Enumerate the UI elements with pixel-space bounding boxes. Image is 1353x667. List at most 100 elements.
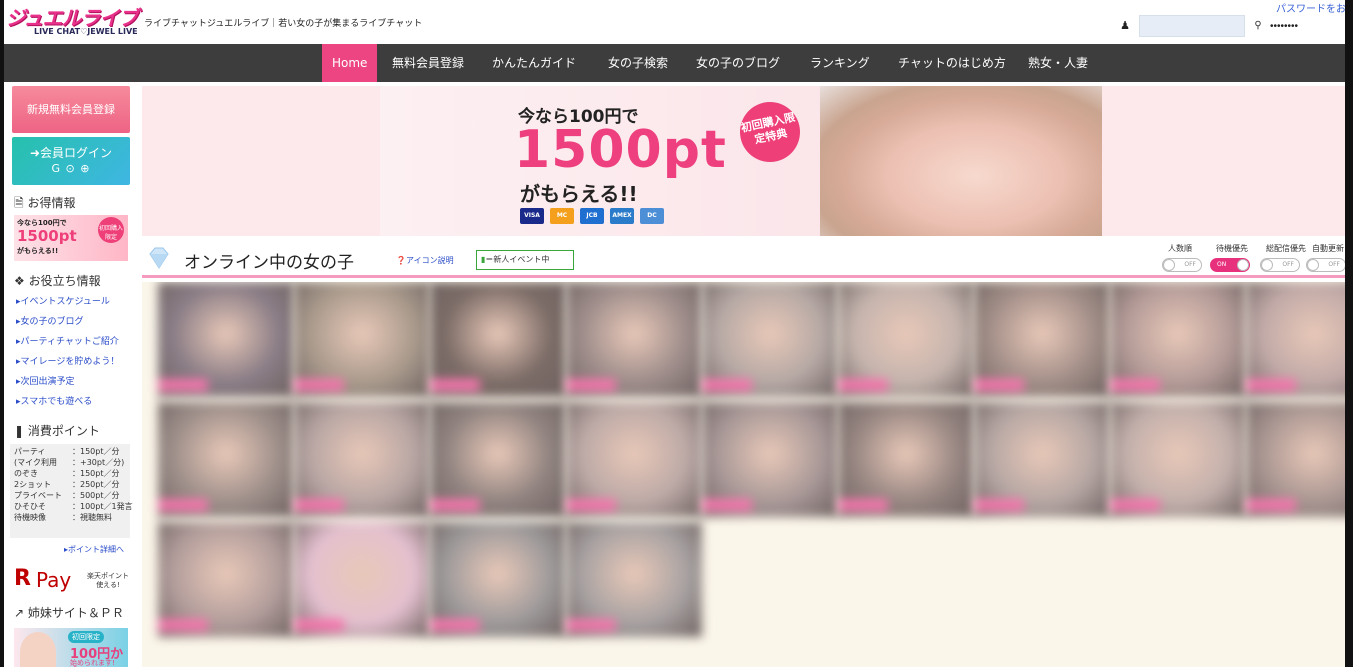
icon-help-link[interactable]: ❓アイコン説明 — [396, 255, 454, 266]
toggle-knob — [1237, 259, 1249, 271]
login-password-input[interactable] — [1266, 15, 1345, 37]
points-key: のぞき — [14, 469, 38, 478]
points-detail-link[interactable]: ▸ポイント詳細へ — [64, 544, 124, 555]
performer-thumbnail[interactable] — [702, 402, 838, 517]
icon-help-text: アイコン説明 — [405, 256, 454, 265]
performer-thumbnail[interactable] — [294, 402, 430, 517]
toggle-switch-1[interactable]: ON — [1210, 258, 1250, 272]
bonus-banner[interactable]: 今なら100円で 1500pt がもらえる!! 初回購入限定 — [14, 215, 128, 261]
page: ジュエルライブ LIVE CHAT♡JEWEL LIVE ライブチャットジュエル… — [4, 0, 1345, 667]
points-row: のぞき ：150pt／分 — [14, 468, 126, 479]
nav-item-3[interactable]: 女の子検索 — [598, 44, 678, 82]
sidebar-link-0[interactable]: ▸イベントスケジュール — [16, 294, 110, 307]
performer-thumbnail[interactable] — [1246, 282, 1345, 397]
site-logo[interactable]: ジュエルライブ LIVE CHAT♡JEWEL LIVE — [6, 2, 139, 42]
performer-thumbnail[interactable] — [838, 282, 974, 397]
forgot-password-link[interactable]: パスワードをお — [1276, 0, 1345, 15]
points-value: ：150pt／分 — [72, 469, 120, 478]
nav-item-1[interactable]: 無料会員登録 — [382, 44, 474, 82]
grid-inner — [158, 282, 1345, 662]
sidebar-link-1[interactable]: ▸女の子のブログ — [16, 314, 84, 327]
performer-name-tag — [294, 619, 344, 631]
nav-item-2[interactable]: かんたんガイド — [482, 44, 586, 82]
toggle-label-1: 待機優先 — [1216, 244, 1248, 253]
sidebar-link-3[interactable]: ▸マイレージを貯めよう！ — [16, 354, 119, 367]
bonus-line2: 1500pt — [17, 227, 77, 245]
sister-sub: 始められます! — [70, 659, 115, 667]
performer-thumbnail[interactable] — [1110, 402, 1246, 517]
rakuten-pay-banner[interactable]: R Pay 楽天ポイント使える! — [14, 566, 130, 598]
performer-thumbnail[interactable] — [1110, 282, 1246, 397]
hero-line3: がもらえる!! — [520, 182, 638, 206]
nav-item-4[interactable]: 女の子のブログ — [686, 44, 790, 82]
performer-name-tag — [838, 379, 888, 391]
performer-thumbnail[interactable] — [158, 282, 294, 397]
points-value: ：視聴無料 — [72, 513, 112, 522]
performer-thumbnail[interactable] — [294, 282, 430, 397]
sidebar: 新規無料会員登録 ➜会員ログイン G ⊙ ⊕ 🗎 お得情報 今なら100円で 1… — [4, 82, 138, 667]
hero-banner[interactable]: 今なら100円で 1500pt がもらえる!! VISA MC JCB AMEX DC … — [142, 86, 1345, 236]
rpay-logo: R — [14, 566, 31, 591]
points-icon: ❚ — [14, 424, 25, 438]
hero-badge: 初回購入限定特典 — [734, 96, 806, 168]
performer-name-tag — [158, 499, 208, 511]
performer-thumbnail[interactable] — [430, 402, 566, 517]
logo-subtext: LIVE CHAT♡JEWEL LIVE — [34, 27, 138, 36]
hero-model-image — [820, 86, 1102, 236]
sidebar-link-2[interactable]: ▸パーティチャットご紹介 — [16, 334, 119, 347]
toggle-label-0: 人数順 — [1168, 244, 1192, 253]
toggle-switch-0[interactable]: OFF — [1162, 258, 1202, 272]
performer-thumbnail[interactable] — [702, 282, 838, 397]
performer-name-tag — [838, 499, 888, 511]
register-button[interactable]: 新規無料会員登録 — [12, 86, 130, 133]
card-logo-dc: DC — [640, 208, 664, 224]
performer-thumbnail[interactable] — [566, 402, 702, 517]
login-label: ➜会員ログイン — [12, 144, 130, 161]
performer-name-tag — [294, 379, 344, 391]
payment-cards: VISA MC JCB AMEX DC — [520, 208, 670, 226]
performer-name-tag — [702, 379, 752, 391]
performer-thumbnail[interactable] — [838, 402, 974, 517]
nav-item-0[interactable]: Home — [322, 44, 378, 82]
performer-name-tag — [1246, 379, 1296, 391]
toggle-switch-3[interactable]: OFF — [1306, 258, 1345, 272]
nav-item-6[interactable]: チャットのはじめ方 — [888, 44, 1016, 82]
toggle-knob — [1163, 259, 1175, 271]
performer-thumbnail[interactable] — [566, 282, 702, 397]
performer-thumbnail[interactable] — [974, 402, 1110, 517]
header: ジュエルライブ LIVE CHAT♡JEWEL LIVE ライブチャットジュエル… — [4, 0, 1345, 44]
sns-login-icons: G ⊙ ⊕ — [51, 162, 91, 175]
user-icon: ♟ — [1120, 19, 1130, 32]
bonus-line3: がもらえる!! — [17, 247, 59, 255]
performer-thumbnail[interactable] — [974, 282, 1110, 397]
info-icon: ❖ — [14, 274, 25, 288]
diamond-icon — [149, 247, 169, 269]
sister-site-banner[interactable]: 初回限定 100円から 始められます! — [14, 628, 128, 667]
performer-thumbnail[interactable] — [158, 402, 294, 517]
performer-thumbnail[interactable] — [294, 522, 430, 637]
help-icon: ❓ — [396, 256, 406, 265]
points-key: 2ショット — [14, 480, 52, 489]
performer-name-tag — [294, 499, 344, 511]
online-header: オンライン中の女の子 ❓アイコン説明 ▮＝新人イベント中 人数順 OFF 待機優先 O… — [142, 238, 1345, 278]
toggle-switch-2[interactable]: OFF — [1260, 258, 1300, 272]
nav-item-7[interactable]: 熟女・人妻 — [1018, 44, 1098, 82]
points-key: ひそひそ — [14, 502, 46, 511]
points-key: (マイク利用 — [14, 458, 57, 467]
performer-thumbnail[interactable] — [566, 522, 702, 637]
sidebar-link-5[interactable]: ▸スマホでも遊べる — [16, 394, 92, 407]
login-id-input[interactable] — [1139, 15, 1245, 37]
nav-item-5[interactable]: ランキング — [800, 44, 880, 82]
performer-thumbnail[interactable] — [430, 522, 566, 637]
performer-name-tag — [158, 619, 208, 631]
performer-thumbnail[interactable] — [430, 282, 566, 397]
performer-thumbnail[interactable] — [1246, 402, 1345, 517]
external-link-icon: ↗ — [14, 606, 25, 620]
toggle-knob — [1307, 259, 1319, 271]
bonus-badge: 初回購入限定 — [98, 217, 124, 243]
sister-tag: 初回限定 — [68, 631, 104, 643]
login-button[interactable]: ➜会員ログイン G ⊙ ⊕ — [12, 137, 130, 185]
sidebar-link-4[interactable]: ▸次回出演予定 — [16, 374, 75, 387]
performer-name-tag — [566, 499, 616, 511]
performer-thumbnail[interactable] — [158, 522, 294, 637]
